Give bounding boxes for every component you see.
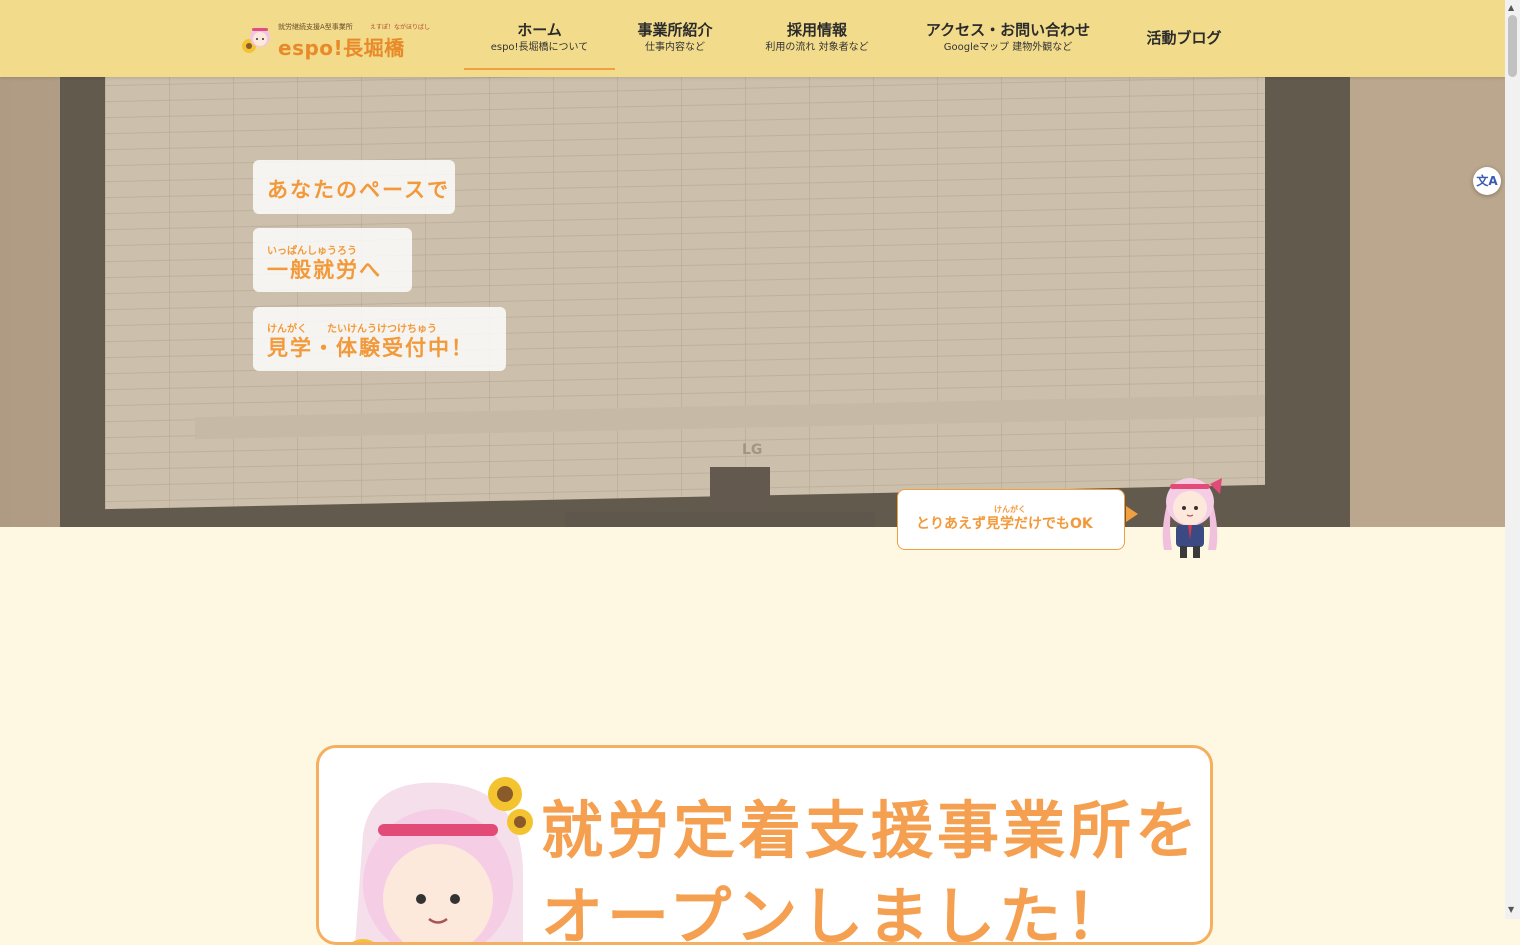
hero-badge-employment: いっぱんしゅうろう 一般就労へ — [253, 228, 412, 292]
scroll-down-icon[interactable]: ▼ — [1508, 905, 1514, 914]
nav-label: 採用情報 — [786, 21, 847, 39]
hero-badge-visit: けんがく たいけんうけつけちゅう 見学・体験受付中！ — [253, 307, 506, 371]
nav-sublabel: 仕事内容など — [645, 42, 705, 53]
nav-sublabel: espo!長堀橋について — [490, 42, 589, 53]
scrollbar-thumb[interactable] — [1508, 15, 1517, 77]
mascot-logo-icon — [242, 27, 270, 53]
nav-label: ホーム — [517, 21, 562, 39]
visit-cta-button[interactable]: けんがく とりあえず見学だけでもOK — [897, 489, 1125, 550]
nav-item-recruit[interactable]: 採用情報 利用の流れ 対象者など — [752, 20, 882, 56]
badge-text: 一般就労へ — [267, 258, 382, 282]
cta-text: とりあえず見学だけでもOK — [916, 516, 1093, 532]
nav-label: 事業所紹介 — [637, 21, 713, 39]
nav-item-access[interactable]: アクセス・お問い合わせ Googleマップ 建物外観など — [908, 20, 1108, 56]
hero-overlay — [0, 77, 1505, 527]
mascot-character-icon — [1162, 478, 1222, 558]
logo-tagline: 就労継続支援A型事業所 — [278, 23, 353, 31]
nav-label: 活動ブログ — [1146, 29, 1222, 47]
nav-active-indicator — [464, 68, 615, 70]
nav-label: アクセス・お問い合わせ — [925, 21, 1091, 39]
announcement-card: 就労定着支援事業所をオープンしました！ — [316, 745, 1213, 945]
badge-text: あなたのペースで — [267, 178, 450, 202]
nav-sublabel: Googleマップ 建物外観など — [943, 42, 1073, 53]
announcement-mascot-icon — [352, 777, 533, 942]
logo-name: espo!長堀橋 — [278, 36, 405, 60]
nav-item-home[interactable]: ホーム espo!長堀橋について — [474, 20, 605, 56]
nav-item-office[interactable]: 事業所紹介 仕事内容など — [620, 20, 730, 56]
site-header: 就労継続支援A型事業所 えすぽ！ながほりばし espo!長堀橋 ホーム espo… — [0, 0, 1505, 77]
cta-arrow-icon — [1126, 506, 1138, 522]
announcement-text: 就労定着支援事業所をオープンしました！ — [541, 794, 1202, 945]
page-scrollbar[interactable]: ▲ ▼ — [1505, 0, 1520, 919]
logo-reading: えすぽ！ながほりばし — [370, 24, 431, 31]
translate-icon[interactable]: 文A — [1473, 167, 1501, 195]
badge-text: 見学・体験受付中！ — [267, 336, 474, 360]
hero-badge-pace: あなたのペースで — [253, 160, 455, 214]
nav-item-blog[interactable]: 活動ブログ — [1130, 28, 1238, 48]
scroll-up-icon[interactable]: ▲ — [1508, 3, 1514, 12]
nav-sublabel: 利用の流れ 対象者など — [765, 42, 869, 53]
hero-banner: LG — [0, 77, 1505, 527]
site-logo[interactable]: 就労継続支援A型事業所 えすぽ！ながほりばし espo!長堀橋 — [240, 20, 430, 60]
